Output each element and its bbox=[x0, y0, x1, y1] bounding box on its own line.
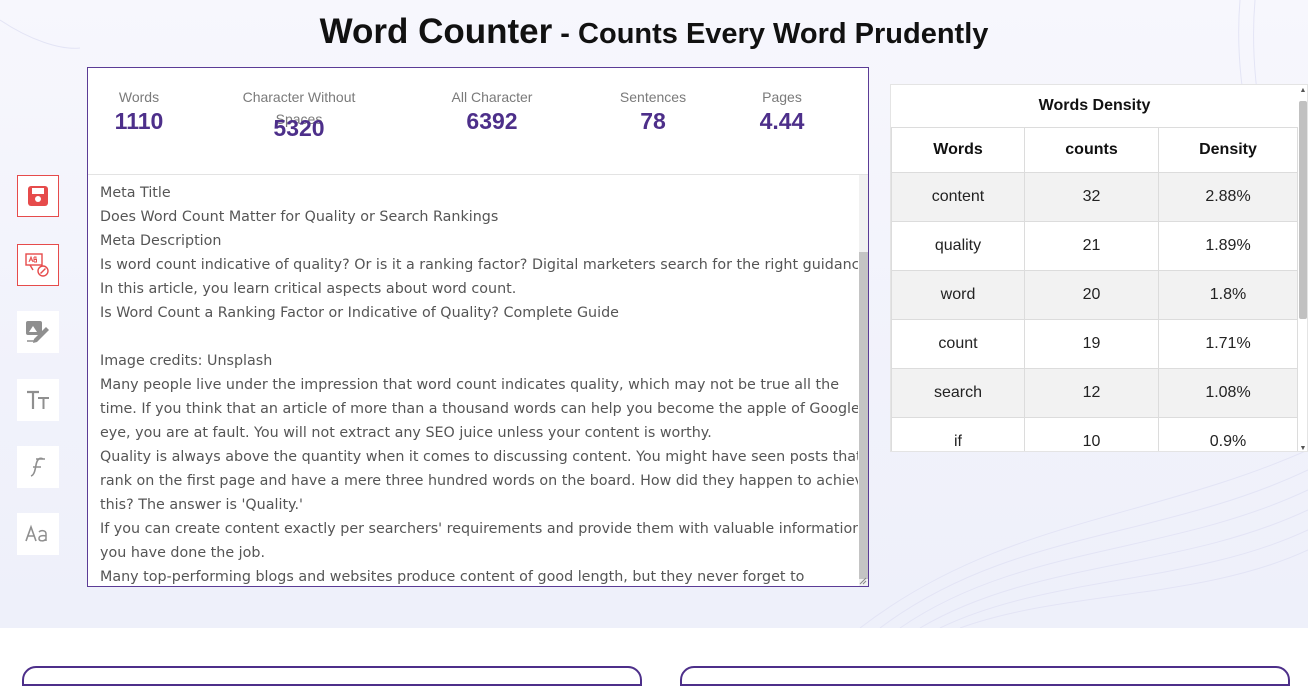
density-cell-count: 19 bbox=[1024, 319, 1159, 369]
editor-line: Many top-performing blogs and websites p… bbox=[100, 569, 805, 585]
page-title: Word Counter - Counts Every Word Prudent… bbox=[0, 12, 1308, 52]
density-cell-count: 12 bbox=[1024, 368, 1159, 418]
density-cell-word: search bbox=[891, 368, 1025, 418]
density-title: Words Density bbox=[891, 85, 1298, 128]
editor-line: you have done the job. bbox=[100, 545, 266, 561]
spell-check-button[interactable] bbox=[17, 244, 59, 286]
editor-line: In this article, you learn critical aspe… bbox=[100, 281, 517, 297]
density-cell-density: 1.08% bbox=[1158, 368, 1298, 418]
text-size-button[interactable] bbox=[17, 379, 59, 421]
editor-line: time. If you think that an article of mo… bbox=[100, 401, 858, 417]
density-cell-count: 10 bbox=[1024, 417, 1159, 451]
stat-chars-no-spaces-value: 5320 bbox=[273, 115, 325, 141]
case-change-icon bbox=[25, 524, 47, 542]
font-style-button[interactable] bbox=[17, 446, 59, 488]
stat-pages-label: Pages bbox=[762, 89, 802, 105]
density-col-density: Density bbox=[1158, 127, 1298, 173]
scroll-down-icon[interactable]: ▼ bbox=[1298, 445, 1307, 451]
density-cell-count: 32 bbox=[1024, 172, 1159, 222]
density-row: content 32 2.88% bbox=[891, 172, 1298, 222]
editor-line: Does Word Count Matter for Quality or Se… bbox=[100, 209, 499, 225]
text-editor[interactable]: Meta Title Does Word Count Matter for Qua… bbox=[88, 175, 858, 586]
editor-line: rank on the first page and have a mere t… bbox=[100, 473, 858, 489]
scroll-up-icon[interactable]: ▲ bbox=[1298, 87, 1307, 94]
density-cell-count: 20 bbox=[1024, 270, 1159, 320]
resize-handle-icon[interactable] bbox=[859, 577, 867, 585]
density-cell-word: content bbox=[891, 172, 1025, 222]
editor-line: this? The answer is 'Quality.' bbox=[100, 497, 303, 513]
density-col-count: counts bbox=[1024, 127, 1159, 173]
editor-line: eye, you are at fault. You will not extr… bbox=[100, 425, 712, 441]
text-size-icon bbox=[27, 390, 49, 409]
stat-sentences-value: 78 bbox=[640, 108, 666, 134]
density-cell-word: quality bbox=[891, 221, 1025, 271]
stat-words-value: 1110 bbox=[114, 108, 164, 134]
stat-all-chars: All Character 6392 bbox=[432, 86, 552, 135]
density-scrollbar[interactable]: ▲ ▼ bbox=[1298, 85, 1307, 451]
editor-line: If you can create content exactly per se… bbox=[100, 521, 858, 537]
density-row: quality 21 1.89% bbox=[891, 221, 1298, 271]
stat-all-chars-label: All Character bbox=[451, 89, 533, 105]
stat-pages: Pages 4.44 bbox=[747, 86, 817, 135]
image-text-icon bbox=[26, 321, 49, 343]
case-change-button[interactable] bbox=[17, 513, 59, 555]
stats-bar: Words 1110 Character Without Spaces 5320… bbox=[88, 68, 868, 175]
editor-line: Image credits: Unsplash bbox=[100, 353, 273, 369]
density-scrollbar-thumb[interactable] bbox=[1299, 101, 1307, 319]
title-separator: - bbox=[552, 18, 579, 50]
words-density-panel: Words Density Words counts Density conte… bbox=[890, 84, 1308, 452]
density-cell-word: if bbox=[891, 417, 1025, 451]
title-subtitle: Counts Every Word Prudently bbox=[578, 18, 989, 50]
stat-all-chars-value: 6392 bbox=[466, 108, 518, 134]
editor-line: Is word count indicative of quality? Or … bbox=[100, 257, 858, 273]
density-cell-word: word bbox=[891, 270, 1025, 320]
editor-line bbox=[100, 325, 846, 349]
density-cell-density: 2.88% bbox=[1158, 172, 1298, 222]
title-main: Word Counter bbox=[319, 12, 553, 51]
density-row: word 20 1.8% bbox=[891, 270, 1298, 320]
editor-line: Quality is always above the quantity whe… bbox=[100, 449, 858, 465]
lower-card-right bbox=[680, 666, 1290, 686]
density-row: search 12 1.08% bbox=[891, 368, 1298, 418]
editor-line: Many people live under the impression th… bbox=[100, 377, 839, 393]
editor-line: Is Word Count a Ranking Factor or Indica… bbox=[100, 305, 619, 321]
save-icon bbox=[28, 186, 48, 206]
stat-words: Words 1110 bbox=[109, 86, 169, 135]
editor-line: Meta Title bbox=[100, 185, 171, 201]
density-cell-word: count bbox=[891, 319, 1025, 369]
density-col-word: Words bbox=[891, 127, 1025, 173]
density-cell-density: 1.89% bbox=[1158, 221, 1298, 271]
lower-card-left bbox=[22, 666, 642, 686]
stat-pages-value: 4.44 bbox=[759, 108, 805, 134]
density-cell-density: 1.71% bbox=[1158, 319, 1298, 369]
editor-line: Meta Description bbox=[100, 233, 222, 249]
editor-panel: Words 1110 Character Without Spaces 5320… bbox=[87, 67, 869, 587]
image-text-button[interactable] bbox=[17, 311, 59, 353]
density-table: Words counts Density content 32 2.88% quali… bbox=[891, 127, 1298, 451]
density-cell-density: 1.8% bbox=[1158, 270, 1298, 320]
save-button[interactable] bbox=[17, 175, 59, 217]
stat-sentences-label: Sentences bbox=[619, 89, 687, 105]
density-cell-density: 0.9% bbox=[1158, 417, 1298, 451]
density-header-row: Words counts Density bbox=[891, 127, 1298, 173]
editor-scrollbar-thumb[interactable] bbox=[859, 252, 868, 579]
stat-words-label: Words bbox=[118, 89, 160, 105]
hero-section: Word Counter - Counts Every Word Prudent… bbox=[0, 0, 1308, 628]
density-row: count 19 1.71% bbox=[891, 319, 1298, 369]
stat-chars-no-spaces: Character Without Spaces 5320 bbox=[229, 86, 369, 142]
font-style-icon bbox=[30, 457, 45, 477]
stat-sentences: Sentences 78 bbox=[608, 86, 698, 135]
density-row: if 10 0.9% bbox=[891, 417, 1298, 451]
spell-check-icon bbox=[25, 253, 49, 277]
density-cell-count: 21 bbox=[1024, 221, 1159, 271]
